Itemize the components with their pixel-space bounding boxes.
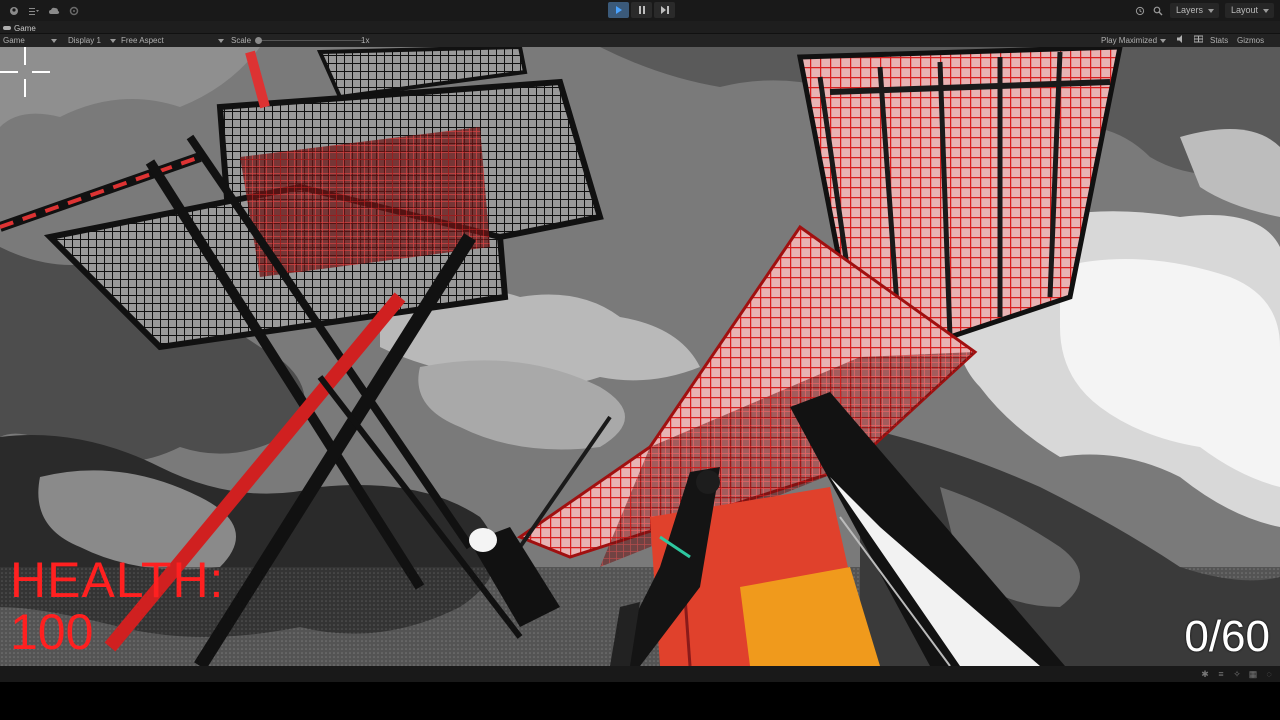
step-button[interactable] — [654, 2, 675, 18]
menu-icon[interactable] — [28, 5, 40, 17]
play-button[interactable] — [608, 2, 629, 18]
account-icon[interactable] — [8, 5, 20, 17]
toolbar-right-group: Layers Layout — [1134, 3, 1274, 18]
crosshair-icon — [0, 47, 50, 97]
display-label: Display 1 — [68, 36, 101, 45]
pause-button[interactable] — [631, 2, 652, 18]
aspect-label: Free Aspect — [121, 36, 164, 45]
cloud-icon[interactable] — [48, 5, 60, 17]
play-icon — [615, 6, 622, 14]
chevron-down-icon — [50, 38, 57, 43]
game-mode-dropdown[interactable]: Game — [3, 35, 57, 46]
layers-dropdown[interactable]: Layers — [1169, 3, 1219, 18]
play-maximized-dropdown[interactable]: Play Maximized — [1101, 35, 1167, 46]
cloud-status-icon[interactable]: ◌ — [1264, 669, 1274, 679]
history-icon[interactable] — [1134, 5, 1146, 17]
pause-icon — [638, 6, 645, 14]
status-icons-group: ✱ ≡ ✧ ▦ ◌ — [1200, 669, 1274, 679]
game-mode-label: Game — [3, 36, 25, 45]
settings-icon[interactable] — [68, 5, 80, 17]
gizmos-button[interactable]: Gizmos — [1237, 35, 1264, 46]
lighting-icon[interactable]: ✧ — [1232, 669, 1242, 679]
game-tab-bar: Game — [0, 21, 1280, 34]
chevron-down-icon — [109, 38, 116, 43]
game-view-controls: Game Display 1 Free Aspect Scale 1x Play… — [0, 34, 1280, 47]
play-controls — [608, 2, 675, 18]
mute-audio-toggle[interactable] — [1177, 35, 1186, 46]
hud-health-value: 100 — [10, 604, 94, 660]
step-icon — [660, 6, 669, 14]
speaker-icon — [1177, 35, 1182, 43]
search-icon[interactable] — [1152, 5, 1164, 17]
editor-toolbar: Layers Layout — [0, 0, 1280, 21]
display-dropdown[interactable]: Display 1 — [68, 35, 116, 46]
tab-game-label: Game — [14, 23, 36, 33]
hud-health-label: HEALTH: — [10, 552, 225, 608]
scale-slider-track[interactable] — [258, 40, 363, 41]
toolbar-left-group — [0, 5, 80, 17]
scale-label: Scale — [231, 36, 252, 45]
scale-slider-handle[interactable] — [255, 37, 262, 44]
stats-grid-toggle[interactable] — [1193, 35, 1204, 46]
chevron-down-icon — [217, 38, 224, 43]
layout-dropdown[interactable]: Layout — [1224, 3, 1274, 18]
stats-button[interactable]: Stats — [1210, 35, 1228, 46]
editor-status-bar: ✱ ≡ ✧ ▦ ◌ — [0, 666, 1280, 682]
aspect-dropdown[interactable]: Free Aspect — [121, 35, 224, 46]
play-maximized-label: Play Maximized — [1101, 36, 1158, 45]
gamepad-icon — [3, 26, 11, 30]
unity-editor-window: Layers Layout Game Game Display 1 Free A… — [0, 0, 1280, 720]
bug-icon[interactable]: ✱ — [1200, 669, 1210, 679]
empty-area — [0, 682, 1280, 720]
scale-value: 1x — [361, 36, 370, 45]
tab-game[interactable]: Game — [3, 22, 36, 34]
grid-icon — [1193, 35, 1204, 43]
hud-ammo-counter: 0/60 — [1184, 612, 1270, 661]
game-viewport[interactable]: HEALTH: 100 0/60 — [0, 47, 1280, 666]
layers-status-icon[interactable]: ≡ — [1216, 669, 1226, 679]
graph-icon[interactable]: ▦ — [1248, 669, 1258, 679]
chevron-down-icon — [1160, 38, 1167, 43]
